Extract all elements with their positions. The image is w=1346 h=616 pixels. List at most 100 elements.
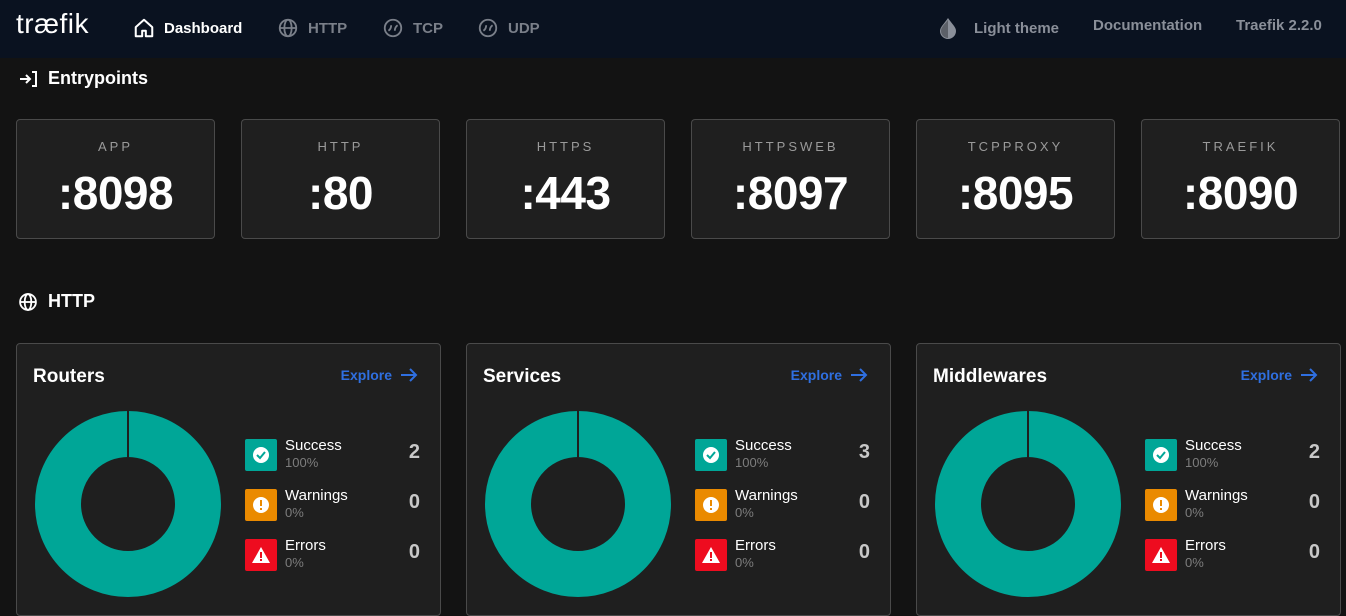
documentation-label: Documentation: [1093, 17, 1203, 34]
services-card: Services Explore Success 100% 3 Warnings…: [466, 343, 891, 616]
entrypoint-name: HTTPSWEB: [742, 139, 839, 154]
entrypoint-port: :8090: [1182, 167, 1299, 219]
check-circle-icon: [1145, 439, 1177, 471]
stat-percent: 0%: [735, 505, 754, 520]
stat-percent: 0%: [1185, 505, 1204, 520]
stat-count: 2: [408, 441, 420, 463]
documentation-link[interactable]: Documentation: [1093, 17, 1202, 34]
stat-percent: 0%: [285, 555, 304, 570]
arrow-right-icon: [1301, 368, 1318, 382]
status-donut-chart: [35, 411, 221, 597]
explore-label: Explore: [790, 367, 842, 383]
stat-count: 3: [858, 441, 870, 463]
error-triangle-icon: [245, 539, 277, 571]
stat-count: 0: [408, 541, 420, 563]
nav-udp-label: UDP: [508, 19, 540, 37]
stat-count: 0: [408, 491, 420, 513]
home-icon: [134, 18, 154, 38]
warnings-stat: Warnings 0% 0: [245, 487, 420, 523]
middlewares-card: Middlewares Explore Success 100% 2 Warni…: [916, 343, 1341, 616]
nav-dashboard[interactable]: Dashboard: [133, 15, 242, 41]
stat-percent: 100%: [735, 455, 769, 470]
udp-icon: [478, 18, 498, 38]
explore-routers-link[interactable]: Explore: [341, 367, 418, 383]
arrow-right-icon: [401, 368, 418, 382]
stat-percent: 100%: [285, 455, 319, 470]
entrypoint-name: TRAEFIK: [1202, 139, 1279, 154]
check-circle-icon: [695, 439, 727, 471]
stat-label: Errors: [735, 537, 776, 554]
stat-label: Success: [1185, 437, 1242, 454]
theme-toggle-label: Light theme: [974, 19, 1059, 37]
version-label: Traefik 2.2.0: [1236, 17, 1322, 34]
entrypoint-port: :443: [520, 167, 611, 219]
success-stat: Success 100% 2: [1145, 437, 1320, 473]
entrypoint-card-tcpproxy: TCPPROXY :8095: [916, 119, 1115, 239]
entrypoint-card-app: APP :8098: [16, 119, 215, 239]
globe-icon: [19, 292, 37, 311]
entrypoint-card-traefik: TRAEFIK :8090: [1141, 119, 1340, 239]
entrypoint-name: TCPPROXY: [967, 139, 1064, 154]
traefik-logo[interactable]: træfik: [16, 8, 89, 40]
stat-count: 0: [1308, 491, 1320, 513]
status-donut-chart: [935, 411, 1121, 597]
droplet-icon: [940, 18, 956, 39]
entrypoint-card-https: HTTPS :443: [466, 119, 665, 239]
entrypoint-name: HTTP: [317, 139, 364, 154]
globe-icon: [278, 18, 298, 38]
stat-label: Errors: [285, 537, 326, 554]
nav-http-label: HTTP: [308, 19, 348, 37]
explore-label: Explore: [1240, 367, 1292, 383]
entrypoint-name: APP: [97, 139, 133, 154]
entrypoint-card-httpsweb: HTTPSWEB :8097: [691, 119, 890, 239]
warnings-stat: Warnings 0% 0: [1145, 487, 1320, 523]
check-circle-icon: [245, 439, 277, 471]
stat-label: Success: [285, 437, 342, 454]
entrypoint-port: :8097: [732, 167, 849, 219]
explore-services-link[interactable]: Explore: [791, 367, 868, 383]
entrypoint-card-http: HTTP :80: [241, 119, 440, 239]
tcp-icon: [383, 18, 403, 38]
stat-label: Success: [735, 437, 792, 454]
nav-http[interactable]: HTTP: [277, 15, 347, 41]
stat-label: Warnings: [1185, 487, 1248, 504]
card-title: Routers: [33, 366, 105, 387]
success-stat: Success 100% 2: [245, 437, 420, 473]
routers-card: Routers Explore Success 100% 2 Warnings …: [16, 343, 441, 616]
warning-circle-icon: [245, 489, 277, 521]
errors-stat: Errors 0% 0: [1145, 537, 1320, 573]
nav-dashboard-label: Dashboard: [164, 19, 243, 37]
card-title: Services: [483, 366, 562, 387]
stat-label: Warnings: [735, 487, 798, 504]
warning-circle-icon: [695, 489, 727, 521]
entrypoints-section-title: Entrypoints: [18, 68, 148, 89]
version-text: Traefik 2.2.0: [1236, 17, 1322, 34]
errors-stat: Errors 0% 0: [245, 537, 420, 573]
stat-percent: 0%: [285, 505, 304, 520]
explore-label: Explore: [340, 367, 392, 383]
nav-tcp[interactable]: TCP: [382, 15, 443, 41]
stat-percent: 100%: [1185, 455, 1219, 470]
stat-count: 0: [858, 491, 870, 513]
stat-percent: 0%: [1185, 555, 1204, 570]
top-navbar: træfik Dashboard HTTP TCP UDP Light them…: [0, 0, 1346, 58]
entrypoint-port: :8098: [57, 167, 174, 219]
nav-udp[interactable]: UDP: [477, 15, 540, 41]
explore-middlewares-link[interactable]: Explore: [1241, 367, 1318, 383]
warning-circle-icon: [1145, 489, 1177, 521]
http-title: HTTP: [48, 291, 95, 311]
stat-percent: 0%: [735, 555, 754, 570]
success-stat: Success 100% 3: [695, 437, 870, 473]
stat-label: Warnings: [285, 487, 348, 504]
warnings-stat: Warnings 0% 0: [695, 487, 870, 523]
status-donut-chart: [485, 411, 671, 597]
theme-toggle[interactable]: Light theme: [938, 17, 1059, 39]
error-triangle-icon: [1145, 539, 1177, 571]
entrypoint-port: :80: [308, 167, 373, 219]
error-triangle-icon: [695, 539, 727, 571]
stat-count: 2: [1308, 441, 1320, 463]
entrypoint-port: :8095: [957, 167, 1074, 219]
stat-label: Errors: [1185, 537, 1226, 554]
nav-tcp-label: TCP: [413, 19, 443, 37]
entrypoint-icon: [20, 70, 37, 87]
